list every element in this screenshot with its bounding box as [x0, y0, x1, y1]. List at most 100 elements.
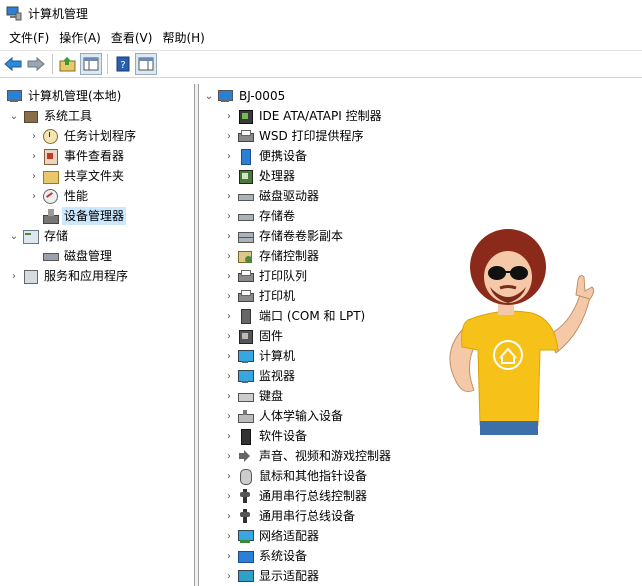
- collapsed-chevron-icon[interactable]: ›: [223, 310, 235, 322]
- device-category[interactable]: › 便携设备: [223, 146, 309, 166]
- device-category[interactable]: › 通用串行总线控制器: [223, 486, 369, 506]
- display-adapter-icon: [237, 568, 254, 584]
- device-category-label: 端口 (COM 和 LPT): [259, 309, 366, 323]
- expanded-chevron-icon[interactable]: ⌄: [8, 110, 20, 122]
- tree-item-label: 共享文件夹: [64, 169, 125, 183]
- back-icon: [4, 56, 22, 72]
- tree-item-services-applications[interactable]: › 服务和应用程序: [8, 266, 130, 286]
- monitor-icon: [237, 368, 254, 384]
- up-level-button[interactable]: [57, 53, 79, 75]
- sound-icon: [237, 448, 253, 464]
- collapsed-chevron-icon[interactable]: ›: [223, 370, 235, 382]
- tree-item-task-scheduler[interactable]: › 任务计划程序: [28, 126, 138, 146]
- services-icon: [22, 268, 38, 284]
- device-category[interactable]: › 存储卷卷影副本: [223, 226, 345, 246]
- help-button[interactable]: ?: [112, 53, 134, 75]
- collapsed-chevron-icon[interactable]: ›: [223, 350, 235, 362]
- properties-button[interactable]: [135, 53, 157, 75]
- collapsed-chevron-icon[interactable]: ›: [223, 150, 235, 162]
- usb-icon: [237, 508, 253, 524]
- tree-item-system-tools[interactable]: ⌄ 系统工具: [8, 106, 94, 126]
- device-category[interactable]: › 鼠标和其他指针设备: [223, 466, 369, 486]
- forward-button[interactable]: [25, 53, 47, 75]
- device-category[interactable]: › 存储卷: [223, 206, 297, 226]
- collapsed-chevron-icon[interactable]: ›: [223, 130, 235, 142]
- collapsed-chevron-icon[interactable]: ›: [223, 490, 235, 502]
- device-category[interactable]: › 网络适配器: [223, 526, 321, 546]
- menu-view[interactable]: 查看(V): [106, 28, 158, 48]
- back-button[interactable]: [2, 53, 24, 75]
- device-category[interactable]: › 通用串行总线设备: [223, 506, 357, 526]
- toolbar-separator: [52, 54, 53, 74]
- device-category[interactable]: › 人体学输入设备: [223, 406, 345, 426]
- menu-action[interactable]: 操作(A): [54, 28, 106, 48]
- collapsed-chevron-icon[interactable]: ›: [28, 170, 40, 182]
- menu-file[interactable]: 文件(F): [4, 28, 54, 48]
- print-queue-icon: [237, 268, 254, 284]
- device-category[interactable]: › 声音、视频和游戏控制器: [223, 446, 393, 466]
- collapsed-chevron-icon[interactable]: ›: [223, 430, 235, 442]
- device-category[interactable]: › 计算机: [223, 346, 297, 366]
- device-category[interactable]: › 磁盘驱动器: [223, 186, 321, 206]
- toolbar-separator: [107, 54, 108, 74]
- device-category-label: 固件: [259, 329, 284, 343]
- keyboard-icon: [237, 388, 254, 404]
- collapsed-chevron-icon[interactable]: ›: [223, 510, 235, 522]
- tree-item-disk-management[interactable]: 磁盘管理: [28, 246, 114, 266]
- collapsed-chevron-icon[interactable]: ›: [223, 330, 235, 342]
- tree-item-label: 计算机管理(本地): [28, 89, 122, 103]
- tree-item-storage[interactable]: ⌄ 存储: [8, 226, 70, 246]
- collapsed-chevron-icon[interactable]: ›: [223, 170, 235, 182]
- device-category[interactable]: › WSD 打印提供程序: [223, 126, 366, 146]
- collapsed-chevron-icon[interactable]: ›: [28, 190, 40, 202]
- device-category[interactable]: › 软件设备: [223, 426, 309, 446]
- collapsed-chevron-icon[interactable]: ›: [223, 290, 235, 302]
- device-category[interactable]: › 系统设备: [223, 546, 309, 566]
- collapsed-chevron-icon[interactable]: ›: [223, 250, 235, 262]
- collapsed-chevron-icon[interactable]: ›: [223, 190, 235, 202]
- menu-help[interactable]: 帮助(H): [157, 28, 209, 48]
- device-category[interactable]: › 固件: [223, 326, 285, 346]
- tree-item-label: 性能: [64, 189, 89, 203]
- device-category[interactable]: › 监视器: [223, 366, 297, 386]
- expanded-chevron-icon[interactable]: ⌄: [203, 90, 215, 102]
- collapsed-chevron-icon[interactable]: ›: [223, 570, 235, 582]
- tree-item-performance[interactable]: › 性能: [28, 186, 90, 206]
- tree-item-shared-folders[interactable]: › 共享文件夹: [28, 166, 126, 186]
- forward-icon: [27, 56, 45, 72]
- tree-item-event-viewer[interactable]: › 事件查看器: [28, 146, 126, 166]
- device-category-label: 存储卷卷影副本: [259, 229, 344, 243]
- device-category[interactable]: › 显示适配器: [223, 566, 321, 586]
- show-hide-tree-button[interactable]: [80, 53, 102, 75]
- collapsed-chevron-icon[interactable]: ›: [223, 390, 235, 402]
- collapsed-chevron-icon[interactable]: ›: [28, 130, 40, 142]
- up-folder-icon: [59, 57, 76, 72]
- tree-item-device-manager[interactable]: 设备管理器: [28, 206, 127, 226]
- collapsed-chevron-icon[interactable]: ›: [223, 230, 235, 242]
- device-category[interactable]: › 端口 (COM 和 LPT): [223, 306, 367, 326]
- properties-icon: [138, 57, 154, 71]
- tree-item-computer-management[interactable]: 计算机管理(本地): [6, 86, 123, 106]
- collapsed-chevron-icon[interactable]: ›: [223, 550, 235, 562]
- collapsed-chevron-icon[interactable]: ›: [223, 450, 235, 462]
- collapsed-chevron-icon[interactable]: ›: [223, 470, 235, 482]
- device-tree-root[interactable]: ⌄ BJ-0005: [203, 86, 287, 106]
- device-category[interactable]: › IDE ATA/ATAPI 控制器: [223, 106, 384, 126]
- collapsed-chevron-icon[interactable]: ›: [223, 410, 235, 422]
- device-category[interactable]: › 打印机: [223, 286, 297, 306]
- toolbar: ?: [0, 50, 642, 78]
- collapsed-chevron-icon[interactable]: ›: [223, 110, 235, 122]
- collapsed-chevron-icon[interactable]: ›: [8, 270, 20, 282]
- collapsed-chevron-icon[interactable]: ›: [28, 150, 40, 162]
- expanded-chevron-icon[interactable]: ⌄: [8, 230, 20, 242]
- device-category[interactable]: › 打印队列: [223, 266, 309, 286]
- collapsed-chevron-icon[interactable]: ›: [223, 270, 235, 282]
- device-category[interactable]: › 键盘: [223, 386, 285, 406]
- device-category[interactable]: › 存储控制器: [223, 246, 321, 266]
- system-device-icon: [237, 548, 254, 564]
- device-category-label: 存储卷: [259, 209, 296, 223]
- collapsed-chevron-icon[interactable]: ›: [223, 530, 235, 542]
- collapsed-chevron-icon[interactable]: ›: [223, 210, 235, 222]
- tree-item-label: 存储: [44, 229, 69, 243]
- device-category[interactable]: › 处理器: [223, 166, 297, 186]
